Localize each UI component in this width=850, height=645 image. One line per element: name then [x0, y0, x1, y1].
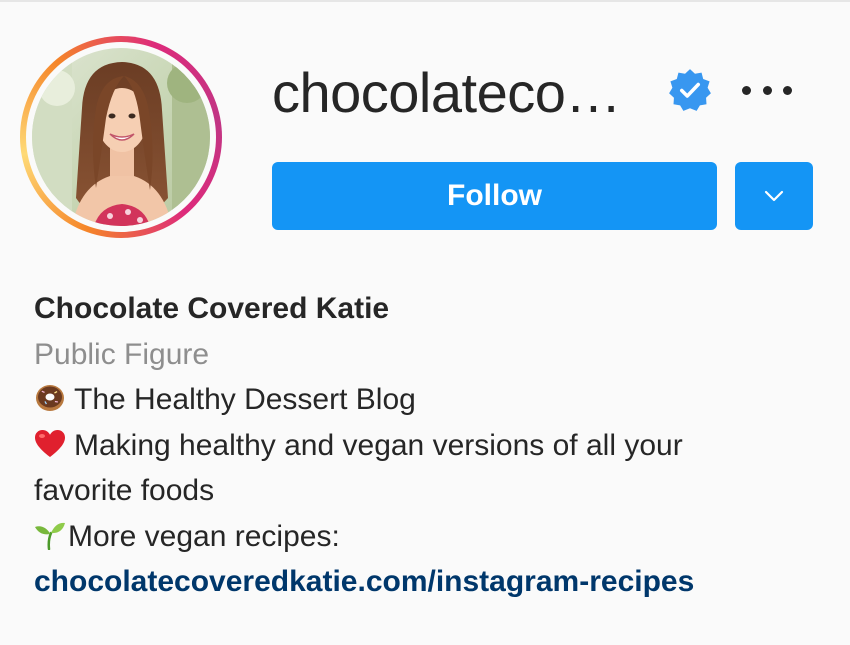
bio-line-2-continued: favorite foods: [34, 474, 215, 507]
bio-line-2: Making healthy and vegan versions of all…: [34, 423, 834, 469]
bio-line-1: The Healthy Dessert Blog: [34, 377, 834, 423]
follow-button[interactable]: Follow: [272, 162, 717, 230]
bio-line-3: More vegan recipes:: [34, 514, 834, 560]
website-link[interactable]: chocolatecoveredkatie.com/instagram-reci…: [34, 565, 694, 598]
profile-header: chocolateco… Follow Chocolate Covered Ka…: [0, 0, 850, 645]
more-options-icon[interactable]: [742, 74, 792, 106]
profile-bio: Chocolate Covered Katie Public Figure Th…: [34, 286, 834, 605]
profile-photo[interactable]: [32, 48, 210, 226]
category-label: Public Figure: [34, 337, 210, 371]
verified-badge-icon: [669, 69, 711, 111]
donut-emoji: [36, 385, 64, 411]
suggested-accounts-dropdown-button[interactable]: [735, 162, 813, 230]
username: chocolateco…: [272, 61, 621, 124]
seedling-emoji: [35, 522, 65, 550]
bio-line-1-text: The Healthy Dessert Blog: [74, 383, 416, 416]
chevron-down-icon: [764, 190, 784, 202]
heart-emoji: [35, 429, 65, 457]
full-name: Chocolate Covered Katie: [34, 292, 390, 325]
story-ring[interactable]: [20, 36, 222, 238]
bio-line-2-text: Making healthy and vegan versions of all…: [74, 428, 683, 462]
bio-line-3-text: More vegan recipes:: [68, 519, 340, 553]
